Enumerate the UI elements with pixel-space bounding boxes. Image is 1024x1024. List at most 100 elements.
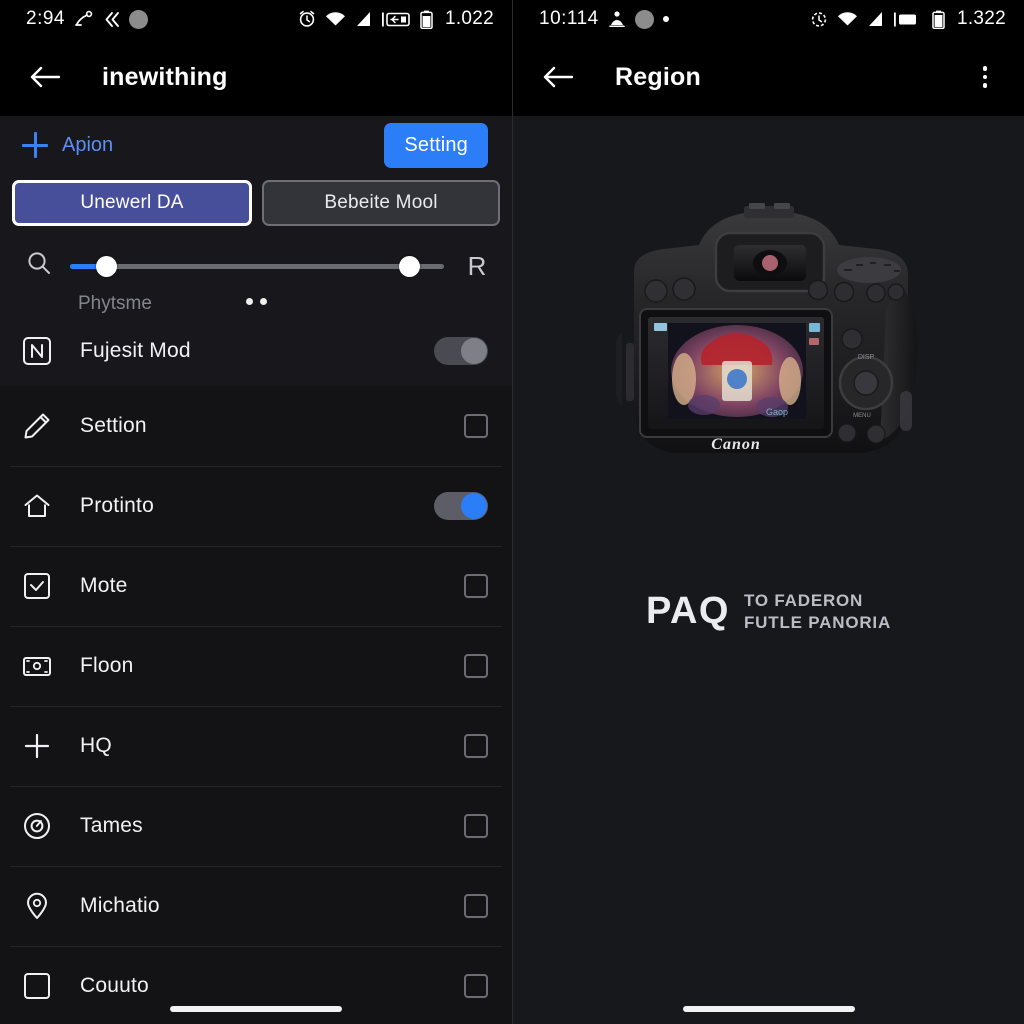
list-item-label: Settion <box>80 414 147 437</box>
brand-block: PAQ TO FADERON FUTLE PANORIA <box>513 546 1024 633</box>
person-icon <box>608 10 626 28</box>
row-label: Fujesit Mod <box>80 339 191 362</box>
signal-icon <box>867 11 884 27</box>
home-indicator <box>682 1006 855 1012</box>
list-item-label: Couuto <box>80 974 149 997</box>
tab-unewerl-da[interactable]: Unewerl DA <box>12 180 252 226</box>
pen-icon <box>22 411 58 441</box>
action-row: Apion Setting <box>0 116 512 174</box>
dual-phone-screenshot: 2:94 1.022 inewithing Apion Setting Unew… <box>0 0 1024 1024</box>
list-item-tames[interactable]: Tames <box>0 786 512 866</box>
home-icon <box>22 491 58 521</box>
wifi-icon <box>325 11 346 27</box>
brand-main-text: PAQ <box>645 590 730 632</box>
lcd-screen-label: Gaop <box>766 407 788 417</box>
svg-text:MENU: MENU <box>853 413 871 419</box>
alarm-icon <box>298 10 316 28</box>
wifi-icon <box>837 11 858 27</box>
list-item-label: Protinto <box>80 494 154 517</box>
plus-icon <box>22 132 48 158</box>
page-dots-indicator <box>246 298 267 305</box>
list-item-label: Mote <box>80 574 128 597</box>
pin-icon <box>22 891 58 921</box>
list-item-label: HQ <box>80 734 112 757</box>
status-clock: 2:94 <box>26 8 65 29</box>
battery-percent-text: 1.022 <box>444 8 494 29</box>
dslr-camera-rear-photo: Gaop Canon DISP MENU <box>615 203 917 453</box>
list-item-checkbox[interactable] <box>464 814 488 838</box>
list-item-floon[interactable]: Floon <box>0 626 512 706</box>
card-icon <box>22 651 58 681</box>
r-label-icon: R <box>467 250 487 281</box>
tab-bebeite-mool[interactable]: Bebeite Mool <box>262 180 500 226</box>
list-item-checkbox[interactable] <box>464 654 488 678</box>
slider-caption-row: Phytsme <box>0 286 512 320</box>
range-slider[interactable] <box>70 246 444 286</box>
list-item-label: Michatio <box>80 894 160 917</box>
list-item-couuto[interactable]: Couuto <box>0 946 512 1024</box>
alarm-icon <box>810 10 828 28</box>
setting-button[interactable]: Setting <box>384 122 488 168</box>
signal-icon <box>355 11 372 27</box>
left-status-bar: 2:94 1.022 <box>0 0 512 38</box>
list-item-checkbox[interactable] <box>464 414 488 438</box>
range-slider-row: R <box>0 240 512 286</box>
compass-icon <box>22 811 58 841</box>
status-clock: 10:114 <box>539 8 599 29</box>
camera-hero-image: Gaop Canon DISP MENU <box>513 116 1024 546</box>
kebab-menu-icon[interactable] <box>968 60 1002 94</box>
dot-icon <box>662 16 669 22</box>
left-phone-panel: 2:94 1.022 inewithing Apion Setting Unew… <box>0 0 512 1024</box>
page-title: inewithing <box>102 62 228 91</box>
right-app-bar: Region <box>513 38 1024 116</box>
slider-thumb-right[interactable] <box>399 256 421 277</box>
slider-thumb-left[interactable] <box>96 256 118 277</box>
search-icon[interactable] <box>22 250 56 283</box>
svg-text:DISP: DISP <box>857 354 874 361</box>
back-arrow-icon[interactable] <box>537 56 579 98</box>
controls-section: Apion Setting Unewerl DA Bebeite Mool R … <box>0 116 512 386</box>
list-item-checkbox[interactable] <box>464 974 488 998</box>
add-option-button[interactable]: Apion <box>22 132 113 158</box>
left-app-bar: inewithing <box>0 38 512 116</box>
list-item-checkbox[interactable] <box>464 894 488 918</box>
list-item-checkbox[interactable] <box>464 734 488 758</box>
brand-sub-line-1: TO FADERON <box>744 591 864 611</box>
camera-brand-text: Canon <box>711 436 760 453</box>
n-badge-icon <box>22 336 58 366</box>
cast-icon <box>74 10 94 28</box>
battery-icon <box>420 10 433 29</box>
list-item-hq[interactable]: HQ <box>0 706 512 786</box>
vibrate-icon <box>893 11 923 28</box>
back-arrow-icon[interactable] <box>24 56 66 98</box>
segmented-control: Unewerl DA Bebeite Mool <box>0 174 512 240</box>
brand-sub-line-2: FUTLE PANORIA <box>744 612 892 632</box>
protinto-switch[interactable] <box>434 492 488 520</box>
list-item-label: Floon <box>80 654 134 677</box>
home-indicator <box>170 1006 342 1012</box>
slider-caption: Phytsme <box>78 293 152 314</box>
list-item-checkbox[interactable] <box>464 574 488 598</box>
row-fujesit-mod[interactable]: Fujesit Mod <box>0 320 512 382</box>
list-item-label: Tames <box>80 814 143 837</box>
settings-list: Settion Protinto Mote Floon HQ Tames Mic… <box>0 386 512 1024</box>
circle-blob-icon <box>634 9 654 29</box>
right-status-bar: 10:114 1.322 <box>513 0 1024 38</box>
checkbox-icon <box>22 571 58 601</box>
list-item-protinto[interactable]: Protinto <box>0 466 512 546</box>
plus-icon <box>22 731 58 761</box>
square-icon <box>22 971 58 1001</box>
battery-icon <box>932 10 945 29</box>
right-phone-panel: 10:114 1.322 Region Gaop Canon DISP MENU… <box>512 0 1024 1024</box>
vibrate-icon <box>381 11 411 28</box>
list-item-mote[interactable]: Mote <box>0 546 512 626</box>
circle-blob-icon <box>128 9 148 29</box>
fujesit-mod-switch[interactable] <box>434 337 488 365</box>
back-arrows-icon <box>103 11 120 28</box>
add-option-label: Apion <box>62 133 114 156</box>
list-item-settion[interactable]: Settion <box>0 386 512 466</box>
slider-track <box>70 264 444 269</box>
list-item-michatio[interactable]: Michatio <box>0 866 512 946</box>
page-title: Region <box>615 62 701 91</box>
battery-percent-text: 1.322 <box>956 8 1006 29</box>
